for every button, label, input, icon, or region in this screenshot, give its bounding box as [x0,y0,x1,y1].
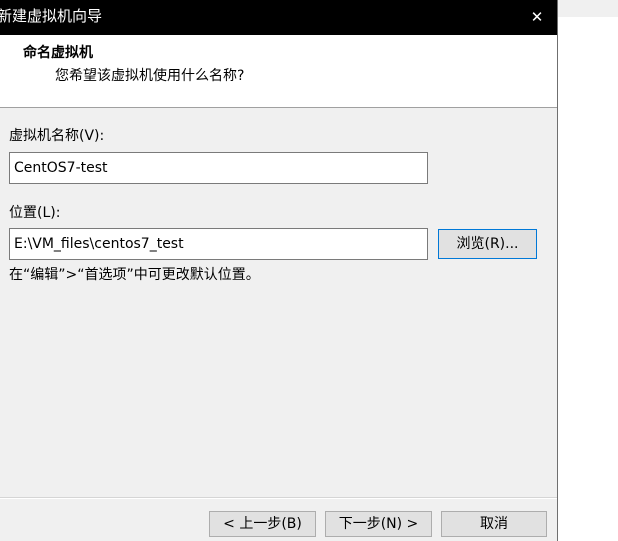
page-title: 命名虚拟机 [23,45,93,61]
title-bar[interactable]: 新建虚拟机向导 ✕ [0,0,557,35]
cancel-button[interactable]: 取消 [441,511,547,537]
vm-name-input[interactable] [9,152,428,184]
location-label: 位置(L): [9,205,61,221]
wizard-header: 命名虚拟机 您希望该虚拟机使用什么名称? [0,35,557,108]
close-button[interactable]: ✕ [517,0,557,35]
close-icon: ✕ [530,8,544,26]
location-hint: 在“编辑”>“首选项”中可更改默认位置。 [9,267,260,283]
browse-button[interactable]: 浏览(R)... [438,229,537,259]
page-subtitle: 您希望该虚拟机使用什么名称? [55,68,245,84]
next-button[interactable]: 下一步(N) > [325,511,432,537]
location-input[interactable] [9,228,428,260]
vm-name-label: 虚拟机名称(V): [9,128,105,144]
desktop-background [558,0,618,17]
window-title: 新建虚拟机向导 [0,7,103,25]
wizard-body: 虚拟机名称(V): 位置(L): 浏览(R)... 在“编辑”>“首选项”中可更… [0,108,557,541]
new-vm-wizard-dialog: 新建虚拟机向导 ✕ 命名虚拟机 您希望该虚拟机使用什么名称? 虚拟机名称(V):… [0,0,558,541]
footer-divider [0,497,557,499]
back-button[interactable]: < 上一步(B) [209,511,316,537]
